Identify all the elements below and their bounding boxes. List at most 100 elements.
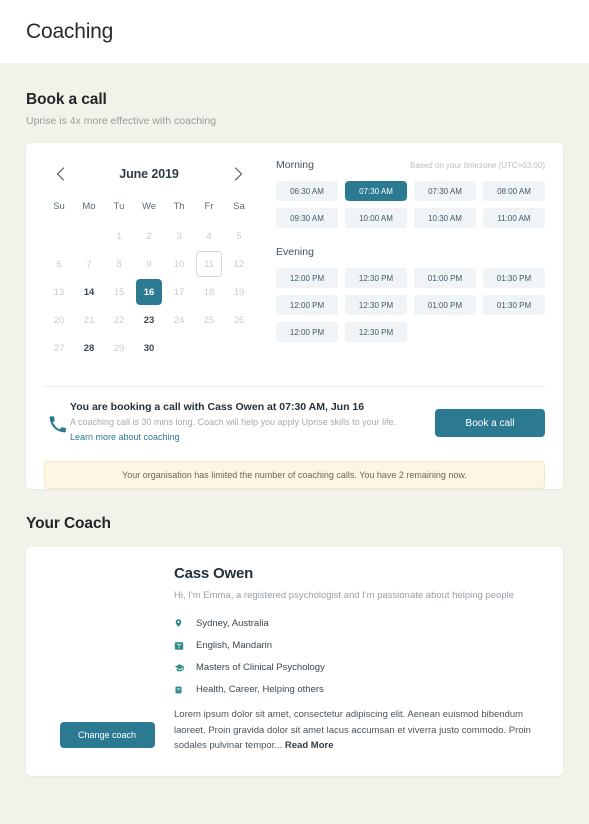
calendar-blank-cell <box>44 222 74 250</box>
calendar-day-28[interactable]: 28 <box>74 334 104 362</box>
page-title: Coaching <box>26 19 114 43</box>
language-icon <box>174 641 196 651</box>
calendar-blank-cell <box>74 222 104 250</box>
calendar-day-21: 21 <box>83 314 95 326</box>
coach-bio: Lorem ipsum dolor sit amet, consectetur … <box>174 707 543 754</box>
morning-slot-4[interactable]: 09:30 AM <box>276 208 338 228</box>
calendar-grid: Su Mo Tu We Th Fr Sa 1 2 3 4 5 6 7 8 9 10 11 12 13 14 15 16 17 1… <box>44 197 254 362</box>
coaching-page: Coaching Book a call Uprise is 4x more e… <box>0 0 589 824</box>
evening-slot-2[interactable]: 01:00 PM <box>414 268 476 288</box>
evening-slot-4[interactable]: 12:00 PM <box>276 295 338 315</box>
calendar-weekday: Mo <box>82 201 96 212</box>
calendar-day-11[interactable]: 11 <box>194 250 224 278</box>
coach-fact-row: Health, Career, Helping others <box>174 684 543 695</box>
coach-details: Cass Owen Hi, I'm Emma, a registered psy… <box>168 565 543 754</box>
coach-fact-text: Sydney, Australia <box>196 617 269 629</box>
calendar-day-8: 8 <box>116 258 122 270</box>
calendar-day-7: 7 <box>86 258 92 270</box>
morning-slot-0[interactable]: 06:30 AM <box>276 181 338 201</box>
evening-slot-3[interactable]: 01:30 PM <box>483 268 545 288</box>
calendar-day-30[interactable]: 30 <box>134 334 164 362</box>
calendar-day-18: 18 <box>203 286 215 298</box>
calendar-day-3: 3 <box>176 230 182 242</box>
morning-slot-6[interactable]: 10:30 AM <box>414 208 476 228</box>
calendar-day-17: 17 <box>173 286 185 298</box>
morning-slot-2[interactable]: 07:30 AM <box>414 181 476 201</box>
coach-fact-text: Masters of Clinical Psychology <box>196 662 325 673</box>
evening-slot-grid: 12:00 PM 12:30 PM 01:00 PM 01:30 PM 12:00 PM… <box>276 268 545 342</box>
coach-card: Change coach Cass Owen Hi, I'm Emma, a r… <box>26 547 563 777</box>
calendar-weekday: Fr <box>204 201 214 212</box>
coach-tagline: Hi, I'm Emma, a registered psychologist … <box>174 590 515 601</box>
calendar-day-14[interactable]: 14 <box>74 278 104 306</box>
calendar-day-12: 12 <box>233 258 245 270</box>
booking-top: June 2019 Su Mo Tu We Th Fr Sa 1 2 3 4 5 6 7 8 9 10 11 12 1… <box>26 143 563 372</box>
book-a-call-heading: Book a call Uprise is 4x more effective … <box>26 91 563 127</box>
time-slots: Morning Based on your timezone (UTC+03:0… <box>262 159 545 362</box>
calendar-day-29: 29 <box>113 342 125 354</box>
coach-fact-row: English, Mandarin <box>174 640 543 651</box>
morning-header: Morning Based on your timezone (UTC+03:0… <box>276 159 545 171</box>
book-a-call-subtitle: Uprise is 4x more effective with coachin… <box>26 115 217 127</box>
coach-bio-text: Lorem ipsum dolor sit amet, consectetur … <box>174 709 531 752</box>
coach-name: Cass Owen <box>174 565 254 582</box>
calendar-day-10: 10 <box>173 258 185 270</box>
book-a-call-title: Book a call <box>26 91 107 108</box>
calendar-day-19: 19 <box>233 286 245 298</box>
evening-slot-5[interactable]: 12:30 PM <box>345 295 407 315</box>
calendar-day-27: 27 <box>53 342 65 354</box>
timezone-note: Based on your timezone (UTC+03:00) <box>410 161 545 170</box>
calendar-day-9: 9 <box>146 258 152 270</box>
calendar-day-23[interactable]: 23 <box>134 306 164 334</box>
calendar-day-25: 25 <box>203 314 215 326</box>
booking-confirmation: You are booking a call with Cass Owen at… <box>26 387 563 451</box>
evening-slot-6[interactable]: 01:00 PM <box>414 295 476 315</box>
briefcase-icon <box>174 685 196 695</box>
morning-slot-5[interactable]: 10:00 AM <box>345 208 407 228</box>
chevron-right-icon[interactable] <box>228 164 248 184</box>
coach-left-column: Change coach <box>46 565 168 754</box>
evening-slot-0[interactable]: 12:00 PM <box>276 268 338 288</box>
change-coach-button[interactable]: Change coach <box>59 722 155 749</box>
calendar: June 2019 Su Mo Tu We Th Fr Sa 1 2 3 4 5 6 7 8 9 10 11 12 1… <box>44 159 262 362</box>
evening-slot-1[interactable]: 12:30 PM <box>345 268 407 288</box>
calendar-day-22: 22 <box>113 314 125 326</box>
page-body: Book a call Uprise is 4x more effective … <box>0 63 589 777</box>
calendar-weekday: Su <box>53 201 65 212</box>
calendar-day-1: 1 <box>116 230 122 242</box>
booking-card: June 2019 Su Mo Tu We Th Fr Sa 1 2 3 4 5 6 7 8 9 10 11 12 1… <box>26 143 563 489</box>
morning-slot-7[interactable]: 11:00 AM <box>483 208 545 228</box>
chevron-left-icon[interactable] <box>50 164 70 184</box>
coach-fact-row: Sydney, Australia <box>174 617 543 629</box>
phone-icon <box>44 414 70 433</box>
calendar-weekday: We <box>141 201 157 212</box>
morning-slot-3[interactable]: 08:00 AM <box>483 181 545 201</box>
calendar-day-20: 20 <box>53 314 65 326</box>
evening-slot-8[interactable]: 12:00 PM <box>276 322 338 342</box>
calendar-month-label: June 2019 <box>119 167 179 181</box>
read-more-link[interactable]: Read More <box>285 740 334 751</box>
coach-fact-text: Health, Career, Helping others <box>196 684 324 695</box>
calendar-day-16[interactable]: 16 <box>134 278 164 306</box>
calendar-day-6: 6 <box>56 258 62 270</box>
calendar-day-2: 2 <box>146 230 152 242</box>
morning-label: Morning <box>276 159 314 171</box>
evening-slot-7[interactable]: 01:30 PM <box>483 295 545 315</box>
confirmation-title: You are booking a call with Cass Owen at… <box>70 401 365 413</box>
your-coach-title: Your Coach <box>26 515 111 532</box>
calendar-day-4: 4 <box>206 230 212 242</box>
calendar-day-15: 15 <box>113 286 125 298</box>
coach-avatar <box>57 602 157 703</box>
morning-slot-grid: 06:30 AM 07:30 AM 07:30 AM 08:00 AM 09:30 AM… <box>276 181 545 228</box>
calendar-weekday: Th <box>173 201 185 212</box>
evening-slot-9[interactable]: 12:30 PM <box>345 322 407 342</box>
book-a-call-button[interactable]: Book a call <box>435 409 545 437</box>
coaching-limit-notice: Your organisation has limited the number… <box>44 461 545 489</box>
coach-facts: Sydney, Australia English, Mandarin Master… <box>174 617 543 695</box>
evening-label: Evening <box>276 246 314 258</box>
top-bar: Coaching <box>0 0 589 63</box>
calendar-day-26: 26 <box>233 314 245 326</box>
confirmation-text: You are booking a call with Cass Owen at… <box>70 401 435 445</box>
morning-slot-1[interactable]: 07:30 AM <box>345 181 407 201</box>
learn-more-link[interactable]: Learn more about coaching <box>70 432 180 442</box>
